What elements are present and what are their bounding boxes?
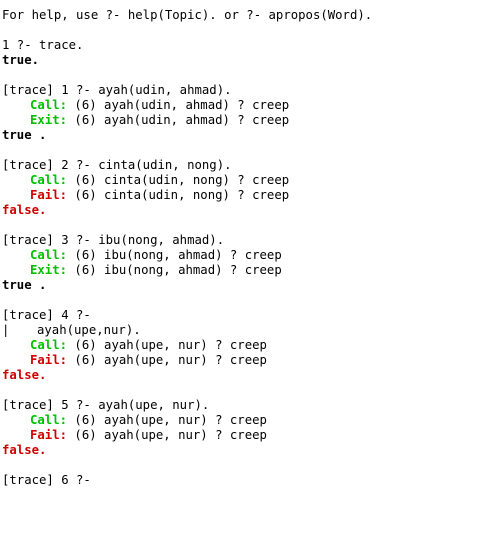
fail-port: Fail: (30, 188, 68, 202)
trace-line: Fail: (6) cinta(udin, nong) ? creep (2, 188, 499, 203)
help-line: For help, use ?- help(Topic). or ?- apro… (2, 8, 373, 22)
result-line-1: true. (2, 53, 40, 67)
trace-line: Call: (6) ibu(nong, ahmad) ? creep (2, 248, 499, 263)
prolog-console[interactable]: For help, use ?- help(Topic). or ?- apro… (0, 0, 499, 555)
trace-line: Exit: (6) ayah(udin, ahmad) ? creep (2, 113, 499, 128)
result-line-5: false. (2, 368, 47, 382)
fail-port: Fail: (30, 428, 68, 442)
trace-goal: (6) ibu(nong, ahmad) ? creep (67, 248, 282, 262)
continuation-text: ayah(upe,nur). (37, 323, 141, 337)
query-line-5: [trace] 4 ?- (2, 308, 91, 322)
trace-line: Call: (6) cinta(udin, nong) ? creep (2, 173, 499, 188)
fail-port: Fail: (30, 353, 68, 367)
trace-line: Fail: (6) ayah(upe, nur) ? creep (2, 428, 499, 443)
trace-goal: (6) ayah(udin, ahmad) ? creep (67, 98, 290, 112)
continuation-line: | ayah(upe,nur). (2, 323, 499, 338)
call-port: Call: (30, 98, 68, 112)
trace-goal: (6) ayah(upe, nur) ? creep (67, 353, 267, 367)
trace-line: Exit: (6) ibu(nong, ahmad) ? creep (2, 263, 499, 278)
input-prompt-line[interactable]: [trace] 6 ?- (2, 473, 499, 488)
result-line-4: true . (2, 278, 47, 292)
query-line-6: [trace] 5 ?- ayah(upe, nur). (2, 398, 210, 412)
trace-goal: (6) ayah(upe, nur) ? creep (67, 338, 267, 352)
query-line-3: [trace] 2 ?- cinta(udin, nong). (2, 158, 232, 172)
trace-goal: (6) ayah(udin, ahmad) ? creep (67, 113, 290, 127)
exit-port: Exit: (30, 113, 68, 127)
trace-line: Call: (6) ayah(udin, ahmad) ? creep (2, 98, 499, 113)
continuation-bar: | (2, 323, 10, 337)
trace-line: Call: (6) ayah(upe, nur) ? creep (2, 413, 499, 428)
result-line-2: true . (2, 128, 47, 142)
call-port: Call: (30, 173, 68, 187)
trace-goal: (6) cinta(udin, nong) ? creep (67, 173, 290, 187)
trace-goal: (6) ayah(upe, nur) ? creep (67, 413, 267, 427)
exit-port: Exit: (30, 263, 68, 277)
query-line-1: 1 ?- trace. (2, 38, 84, 52)
trace-line: Fail: (6) ayah(upe, nur) ? creep (2, 353, 499, 368)
call-port: Call: (30, 248, 68, 262)
result-line-6: false. (2, 443, 47, 457)
trace-goal: (6) ayah(upe, nur) ? creep (67, 428, 267, 442)
trace-goal: (6) ibu(nong, ahmad) ? creep (67, 263, 282, 277)
trace-line: Call: (6) ayah(upe, nur) ? creep (2, 338, 499, 353)
call-port: Call: (30, 338, 68, 352)
query-line-2: [trace] 1 ?- ayah(udin, ahmad). (2, 83, 232, 97)
call-port: Call: (30, 413, 68, 427)
result-line-3: false. (2, 203, 47, 217)
trace-goal: (6) cinta(udin, nong) ? creep (67, 188, 290, 202)
query-line-4: [trace] 3 ?- ibu(nong, ahmad). (2, 233, 225, 247)
